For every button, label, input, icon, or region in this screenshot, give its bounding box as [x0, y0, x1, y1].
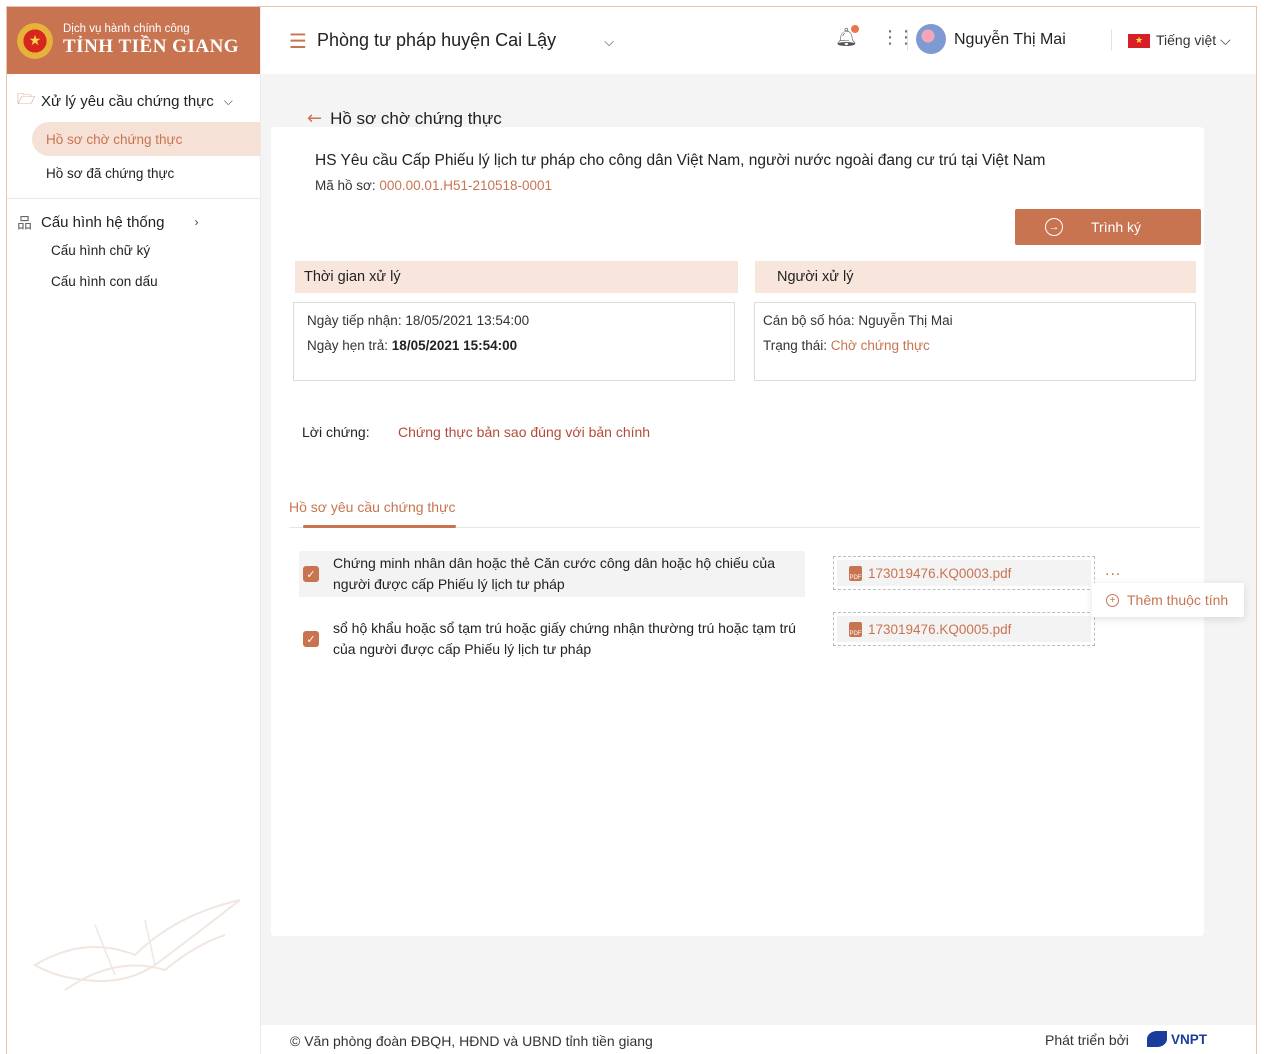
processing-time-heading: Thời gian xử lý	[295, 261, 738, 293]
sidebar: ★ Dịch vụ hành chính công TỈNH TIỀN GIAN…	[7, 7, 261, 1054]
plus-circle-icon: +	[1106, 593, 1119, 607]
crane-watermark-icon	[33, 899, 241, 991]
file-name[interactable]: 173019476.KQ0003.pdf	[868, 566, 1011, 581]
page-title: Hồ sơ chờ chứng thực	[330, 108, 502, 128]
chevron-down-icon: ⌵	[223, 93, 233, 108]
pdf-file-icon: PDF	[849, 621, 862, 637]
user-name[interactable]: Nguyễn Thị Mai	[954, 31, 1066, 49]
vnpt-logo-text: VNPT	[1171, 1031, 1208, 1047]
app-frame: ★ Dịch vụ hành chính công TỈNH TIỀN GIAN…	[6, 6, 1257, 1054]
officer-value: Nguyễn Thị Mai	[858, 313, 953, 328]
menu-list-icon[interactable]: ☰	[289, 29, 307, 53]
received-date: Ngày tiếp nhận: 18/05/2021 13:54:00	[307, 313, 529, 328]
handler-panel: Cán bộ số hóa: Nguyễn Thị Mai Trạng thái…	[754, 302, 1196, 381]
header-separator	[907, 29, 908, 51]
sitemap-icon: 品	[17, 214, 33, 232]
handler-heading: Người xử lý	[755, 261, 1196, 293]
due-date: Ngày hẹn trả: 18/05/2021 15:54:00	[307, 338, 517, 353]
submit-sign-button[interactable]: → Trình ký	[1015, 209, 1201, 245]
digitizing-officer: Cán bộ số hóa: Nguyễn Thị Mai	[763, 313, 953, 328]
sidebar-group-label: Xử lý yêu cầu chứng thực	[41, 92, 214, 110]
request-code-label: Mã hồ sơ:	[315, 178, 380, 193]
status-badge: Chờ chứng thực	[830, 338, 930, 353]
avatar[interactable]	[916, 24, 946, 54]
footer-developed-by: Phát triển bởi	[1045, 1032, 1129, 1048]
brand-title: TỈNH TIỀN GIANG	[63, 36, 240, 58]
attestation-value[interactable]: Chứng thực bản sao đúng với bản chính	[398, 424, 650, 440]
status: Trạng thái: Chờ chứng thực	[763, 338, 930, 353]
due-date-value: 18/05/2021 15:54:00	[391, 338, 518, 353]
add-attribute-label: Thêm thuộc tính	[1127, 592, 1229, 608]
sidebar-group-label: Cấu hình hệ thống	[41, 213, 165, 231]
sidebar-item-signature-config[interactable]: Cấu hình chữ ký	[7, 235, 260, 266]
tab-active-indicator	[303, 525, 456, 528]
submit-sign-label: Trình ký	[1091, 219, 1142, 235]
file-attachment[interactable]: PDF 173019476.KQ0003.pdf	[833, 556, 1095, 590]
document-description: Chứng minh nhân dân hoặc thẻ Căn cước cô…	[333, 555, 775, 592]
language-selector[interactable]: Tiếng việt ⌵	[1156, 32, 1231, 49]
national-emblem-icon: ★	[17, 22, 53, 59]
arrow-circle-right-icon: →	[1045, 218, 1063, 236]
attestation-label: Lời chứng:	[302, 424, 370, 440]
top-header: ☰ Phòng tư pháp huyện Cai Lậy ⌵ 🔔︎ ⋮⋮⋮ N…	[261, 7, 1256, 74]
brand-subtitle: Dịch vụ hành chính công	[63, 22, 190, 35]
document-description: sổ hộ khẩu hoặc sổ tạm trú hoặc giấy chứ…	[333, 620, 796, 657]
back-arrow-icon[interactable]: ←	[307, 108, 322, 129]
due-date-label: Ngày hẹn trả:	[307, 338, 392, 353]
received-date-label: Ngày tiếp nhận:	[307, 313, 406, 328]
sidebar-item-seal-config[interactable]: Cấu hình con dấu	[7, 266, 260, 297]
document-row: ✓ Chứng minh nhân dân hoặc thẻ Căn cước …	[299, 551, 805, 597]
footer: © Văn phòng đoàn ĐBQH, HĐND và UBND tỉnh…	[261, 1025, 1256, 1054]
file-attachment[interactable]: PDF 173019476.KQ0005.pdf	[833, 612, 1095, 646]
chevron-right-icon: ›	[194, 215, 199, 229]
notification-dot	[851, 25, 859, 33]
request-code-value: 000.00.01.H51-210518-0001	[379, 178, 553, 193]
file-name[interactable]: 173019476.KQ0005.pdf	[868, 622, 1011, 637]
request-title: HS Yêu cầu Cấp Phiếu lý lịch tư pháp cho…	[315, 152, 1046, 169]
footer-copyright: © Văn phòng đoàn ĐBQH, HĐND và UBND tỉnh…	[290, 1033, 653, 1049]
received-date-value: 18/05/2021 13:54:00	[405, 313, 530, 328]
add-attribute-menu-item[interactable]: + Thêm thuộc tính	[1092, 583, 1244, 617]
vnpt-logo-icon	[1147, 1031, 1167, 1047]
status-label: Trạng thái:	[763, 338, 831, 353]
breadcrumb: ← Hồ sơ chờ chứng thực	[307, 108, 502, 129]
sidebar-group-certification[interactable]: 🗁 Xử lý yêu cầu chứng thực ⌵	[7, 88, 260, 114]
folder-check-icon: 🗁	[17, 90, 36, 108]
processing-time-panel: Ngày tiếp nhận: 18/05/2021 13:54:00 Ngày…	[293, 302, 735, 381]
chevron-down-icon[interactable]: ⌵	[604, 35, 614, 50]
pdf-file-icon: PDF	[849, 565, 862, 581]
vietnam-flag-icon: ★	[1128, 34, 1150, 48]
vnpt-logo: VNPT	[1147, 1031, 1207, 1047]
tab-request-documents[interactable]: Hồ sơ yêu cầu chứng thực	[289, 499, 455, 515]
request-code: Mã hồ sơ: 000.00.01.H51-210518-0001	[315, 178, 552, 193]
brand-header[interactable]: ★ Dịch vụ hành chính công TỈNH TIỀN GIAN…	[7, 7, 260, 74]
sidebar-item-completed[interactable]: Hồ sơ đã chứng thực	[7, 156, 260, 190]
document-checkbox[interactable]: ✓	[303, 566, 319, 582]
document-row: ✓ sổ hộ khẩu hoặc sổ tạm trú hoặc giấy c…	[299, 616, 805, 662]
unit-selector-label[interactable]: Phòng tư pháp huyện Cai Lậy	[317, 30, 556, 51]
sidebar-item-pending[interactable]: Hồ sơ chờ chứng thực	[32, 122, 260, 156]
header-separator	[1111, 29, 1112, 51]
sidebar-group-system-config[interactable]: 品 Cấu hình hệ thống ›	[7, 209, 260, 235]
document-checkbox[interactable]: ✓	[303, 631, 319, 647]
request-detail-card: HS Yêu cầu Cấp Phiếu lý lịch tư pháp cho…	[271, 127, 1204, 936]
officer-label: Cán bộ số hóa:	[763, 313, 859, 328]
language-label: Tiếng việt	[1156, 32, 1217, 48]
more-options-icon[interactable]: ...	[1105, 563, 1121, 579]
